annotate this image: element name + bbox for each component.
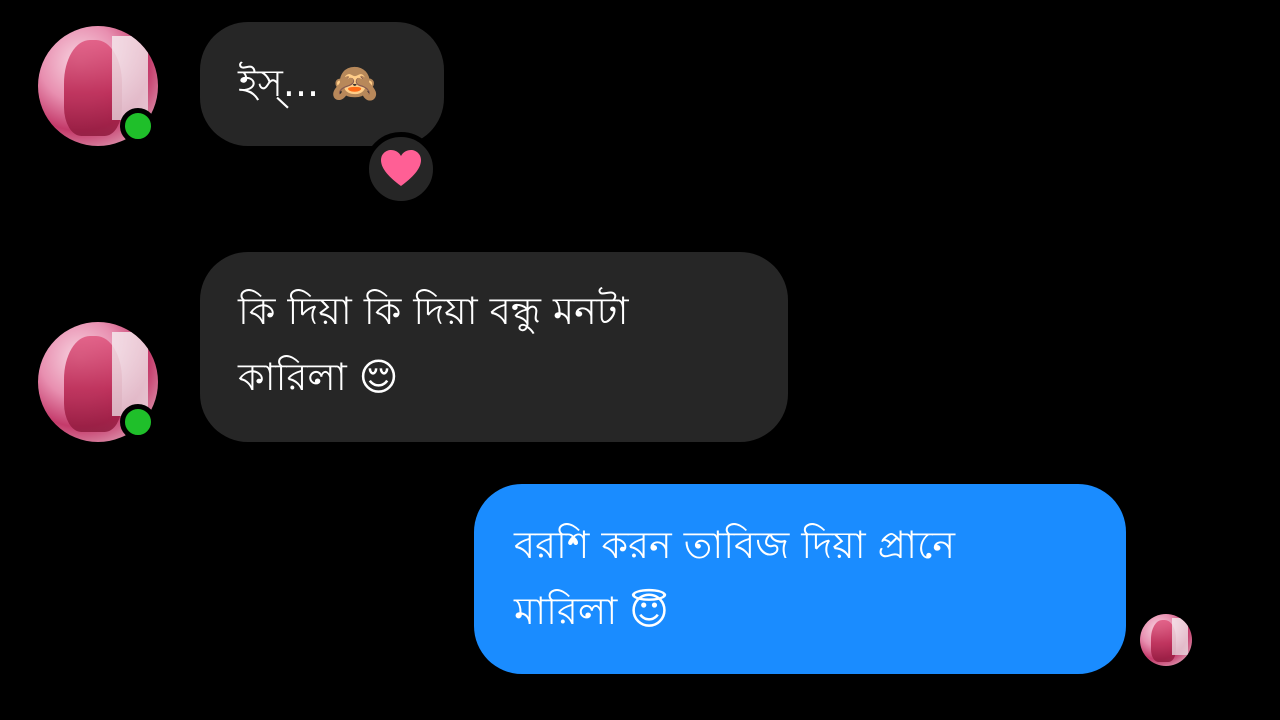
contact-avatar[interactable] (38, 322, 158, 442)
contact-avatar[interactable] (38, 26, 158, 146)
message-text-line: কারিলা 😌 (238, 355, 399, 399)
message-bubble-outgoing[interactable]: বরশি করন তাবিজ দিয়া প্রানে মারিলা 😇 (474, 484, 1126, 674)
online-status-dot (120, 404, 156, 440)
message-reaction[interactable] (364, 132, 438, 206)
avatar-image (1140, 614, 1192, 666)
message-text-line: কি দিয়া কি দিয়া বন্ধু মনটা (238, 289, 629, 333)
heart-icon (381, 150, 421, 186)
read-receipt-avatar (1140, 614, 1192, 666)
message-text: ইস্... 🙈 (238, 61, 379, 105)
message-bubble-incoming[interactable]: ইস্... 🙈 (200, 22, 444, 146)
online-status-dot (120, 108, 156, 144)
message-text-line: বরশি করন তাবিজ দিয়া প্রানে (514, 523, 956, 567)
message-text-line: মারিলা 😇 (514, 589, 669, 633)
message-bubble-incoming[interactable]: কি দিয়া কি দিয়া বন্ধু মনটা কারিলা 😌 (200, 252, 788, 442)
